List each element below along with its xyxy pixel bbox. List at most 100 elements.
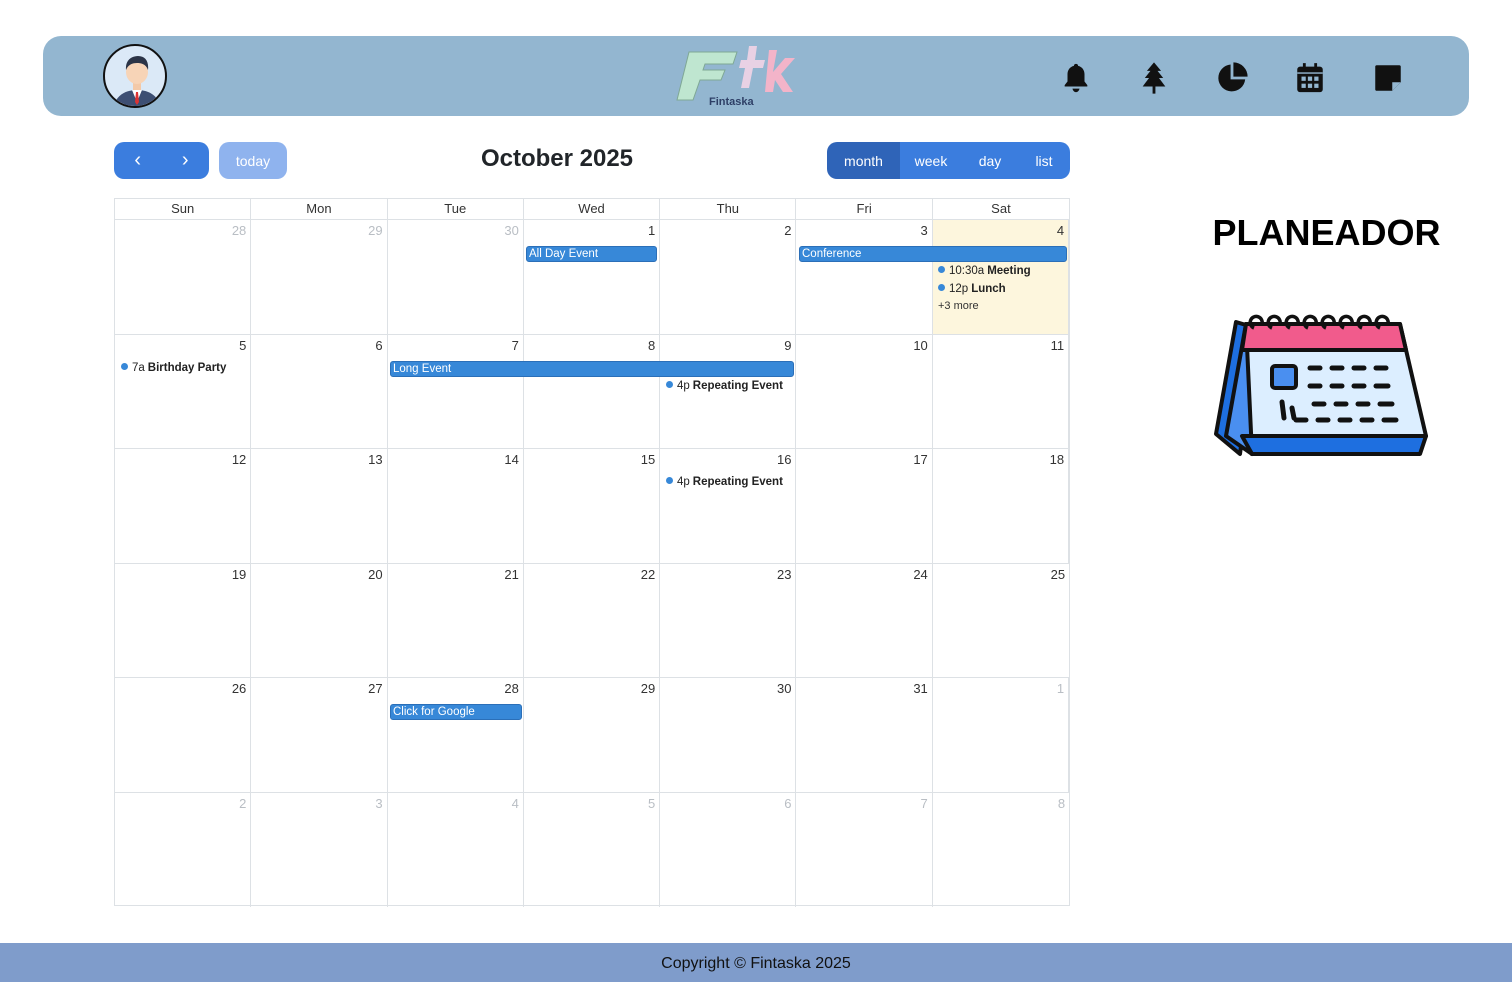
day-number[interactable]: 23	[777, 567, 791, 582]
event-lunch[interactable]: 12p Lunch	[938, 283, 1006, 295]
day-cell[interactable]: 29	[524, 678, 661, 792]
day-cell[interactable]: 4	[388, 792, 524, 907]
day-number[interactable]: 13	[368, 452, 382, 467]
day-cell[interactable]: 10	[796, 334, 933, 448]
month-view-button[interactable]: month	[827, 142, 900, 179]
day-number[interactable]: 27	[368, 681, 382, 696]
day-number[interactable]: 8	[648, 338, 655, 353]
more-events-link[interactable]: +3 more	[938, 300, 979, 312]
day-cell[interactable]: 27	[251, 678, 388, 792]
day-number[interactable]: 1	[648, 223, 655, 238]
event-repeating[interactable]: 4p Repeating Event	[666, 380, 783, 392]
day-number[interactable]: 14	[504, 452, 518, 467]
event-google-link[interactable]: Click for Google	[390, 704, 522, 720]
next-month-button[interactable]: ›	[161, 142, 209, 179]
day-cell[interactable]: 2	[115, 792, 252, 907]
day-number[interactable]: 29	[368, 223, 382, 238]
day-cell[interactable]: 30	[388, 220, 524, 334]
day-cell[interactable]: 20	[251, 563, 388, 677]
day-number[interactable]: 20	[368, 567, 382, 582]
day-number[interactable]: 30	[777, 681, 791, 696]
day-number[interactable]: 3	[921, 223, 928, 238]
day-cell[interactable]: 14	[388, 449, 524, 563]
day-number[interactable]: 28	[504, 681, 518, 696]
day-cell[interactable]: 28	[388, 678, 524, 792]
day-cell[interactable]: 7	[796, 792, 933, 907]
event-birthday[interactable]: 7a Birthday Party	[121, 362, 226, 374]
today-button[interactable]: today	[219, 142, 287, 179]
day-cell[interactable]: 24	[796, 563, 933, 677]
day-cell[interactable]: 21	[388, 563, 524, 677]
day-cell[interactable]: 31	[796, 678, 933, 792]
day-cell[interactable]: 22	[524, 563, 661, 677]
day-cell[interactable]: 26	[115, 678, 252, 792]
day-number[interactable]: 3	[375, 796, 382, 811]
day-cell[interactable]: 12	[115, 449, 252, 563]
day-cell[interactable]: 8	[524, 334, 661, 448]
day-number[interactable]: 4	[1057, 223, 1064, 238]
day-cell[interactable]: 23	[660, 563, 797, 677]
day-cell[interactable]: 3	[796, 220, 933, 334]
week-view-button[interactable]: week	[900, 142, 962, 179]
day-number[interactable]: 7	[921, 796, 928, 811]
day-number[interactable]: 2	[784, 223, 791, 238]
event-conference[interactable]: Conference	[799, 246, 1067, 262]
day-cell[interactable]: 5	[524, 792, 661, 907]
day-number[interactable]: 16	[777, 452, 791, 467]
day-cell[interactable]: 15	[524, 449, 661, 563]
day-number[interactable]: 4	[512, 796, 519, 811]
day-number[interactable]: 12	[232, 452, 246, 467]
day-cell[interactable]: 1	[933, 678, 1070, 792]
day-cell[interactable]: 5	[115, 334, 252, 448]
day-cell[interactable]: 28	[115, 220, 252, 334]
note-icon[interactable]	[1349, 58, 1427, 98]
event-long[interactable]: Long Event	[390, 360, 794, 377]
prev-month-button[interactable]: ‹	[114, 142, 162, 179]
day-cell[interactable]: 2	[660, 220, 797, 334]
list-view-button[interactable]: list	[1018, 142, 1070, 179]
day-cell[interactable]: 11	[933, 334, 1070, 448]
day-number[interactable]: 26	[232, 681, 246, 696]
day-cell[interactable]: 29	[251, 220, 388, 334]
day-view-button[interactable]: day	[962, 142, 1018, 179]
day-number[interactable]: 31	[913, 681, 927, 696]
bell-icon[interactable]	[1037, 58, 1115, 98]
day-number[interactable]: 21	[504, 567, 518, 582]
event-repeating[interactable]: 4p Repeating Event	[666, 476, 783, 488]
day-number[interactable]: 9	[784, 338, 791, 353]
day-cell[interactable]: 1	[524, 220, 661, 334]
day-number[interactable]: 5	[239, 338, 246, 353]
tree-icon[interactable]	[1115, 58, 1193, 98]
day-cell[interactable]: 6	[660, 792, 797, 907]
day-number[interactable]: 22	[641, 567, 655, 582]
day-number[interactable]: 18	[1050, 452, 1064, 467]
day-number[interactable]: 8	[1058, 796, 1065, 811]
user-avatar-icon[interactable]	[103, 44, 167, 108]
event-all-day[interactable]: All Day Event	[526, 246, 657, 262]
pie-chart-icon[interactable]	[1193, 58, 1271, 98]
day-number[interactable]: 15	[641, 452, 655, 467]
day-cell[interactable]: 17	[796, 449, 933, 563]
day-cell[interactable]: 8	[933, 793, 1069, 908]
fintaska-logo[interactable]: Fintaska	[675, 42, 799, 110]
day-cell[interactable]: 25	[933, 564, 1069, 678]
day-number[interactable]: 24	[913, 567, 927, 582]
day-cell[interactable]: 30	[660, 678, 797, 792]
day-cell[interactable]: 7	[388, 334, 524, 448]
day-cell[interactable]: 13	[251, 449, 388, 563]
day-number[interactable]: 6	[784, 796, 791, 811]
day-number[interactable]: 11	[1051, 338, 1065, 353]
day-number[interactable]: 5	[648, 796, 655, 811]
day-number[interactable]: 25	[1051, 567, 1065, 582]
day-cell[interactable]: 18	[933, 449, 1070, 563]
day-cell[interactable]: 19	[115, 563, 252, 677]
day-number[interactable]: 29	[641, 681, 655, 696]
day-number[interactable]: 10	[913, 338, 927, 353]
day-number[interactable]: 19	[232, 567, 246, 582]
calendar-icon[interactable]	[1271, 58, 1349, 98]
day-number[interactable]: 6	[375, 338, 382, 353]
event-meeting[interactable]: 10:30a Meeting	[938, 265, 1031, 277]
day-number[interactable]: 17	[913, 452, 927, 467]
day-cell[interactable]: 16	[660, 449, 797, 563]
day-number[interactable]: 2	[239, 796, 246, 811]
